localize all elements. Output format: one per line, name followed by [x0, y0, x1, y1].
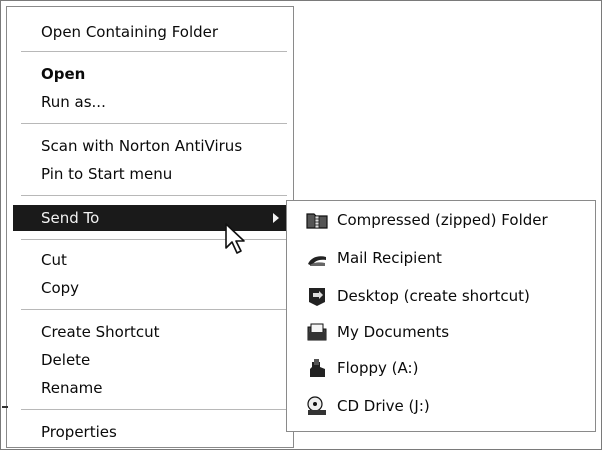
- floppy-icon: [310, 359, 325, 377]
- submenu-item-floppy[interactable]: Floppy (A:): [295, 353, 418, 383]
- menu-item-open-containing-folder[interactable]: Open Containing Folder: [13, 19, 287, 45]
- submenu-item-label: Floppy (A:): [337, 359, 419, 377]
- cd-drive-icon: [307, 396, 326, 415]
- submenu-item-label: My Documents: [337, 323, 450, 341]
- menu-item-send-to-label: Send To: [41, 209, 100, 227]
- submenu-item-mail-recipient[interactable]: Mail Recipient: [295, 243, 442, 273]
- my-documents-icon: [307, 323, 327, 341]
- menu-item-pin-to-start[interactable]: Pin to Start menu: [13, 161, 287, 187]
- mouse-pointer-icon: [225, 223, 245, 254]
- zip-folder-icon: [306, 213, 328, 229]
- submenu-item-desktop-shortcut[interactable]: Desktop (create shortcut): [295, 281, 530, 311]
- stray-mark: [2, 406, 8, 408]
- menu-item-delete[interactable]: Delete: [13, 347, 287, 373]
- menu-separator: [21, 409, 287, 410]
- mail-icon: [308, 256, 326, 266]
- submenu-item-label: Mail Recipient: [337, 249, 442, 267]
- menu-item-run-as[interactable]: Run as...: [13, 89, 287, 115]
- menu-item-rename[interactable]: Rename: [13, 375, 287, 401]
- menu-separator: [21, 195, 287, 196]
- menu-separator: [21, 51, 287, 52]
- menu-item-properties[interactable]: Properties: [13, 419, 287, 445]
- menu-item-create-shortcut[interactable]: Create Shortcut: [13, 319, 287, 345]
- menu-separator: [21, 123, 287, 124]
- submenu-item-my-documents[interactable]: My Documents: [295, 317, 449, 347]
- submenu-item-compressed-folder[interactable]: Compressed (zipped) Folder: [295, 205, 548, 235]
- submenu-item-label: CD Drive (J:): [337, 397, 430, 415]
- menu-item-open[interactable]: Open: [13, 61, 287, 87]
- menu-item-copy[interactable]: Copy: [13, 275, 287, 301]
- send-to-submenu: Compressed (zipped) Folder Mail Recipien…: [286, 200, 596, 432]
- submenu-item-cd-drive[interactable]: CD Drive (J:): [295, 391, 430, 421]
- desktop-icon: [309, 288, 325, 306]
- submenu-item-label: Desktop (create shortcut): [337, 287, 530, 305]
- context-menu: Open Containing Folder Open Run as... Sc…: [6, 6, 294, 448]
- submenu-item-label: Compressed (zipped) Folder: [337, 211, 548, 229]
- menu-item-scan-norton[interactable]: Scan with Norton AntiVirus: [13, 133, 287, 159]
- submenu-arrow-icon: [273, 213, 279, 223]
- menu-separator: [21, 309, 287, 310]
